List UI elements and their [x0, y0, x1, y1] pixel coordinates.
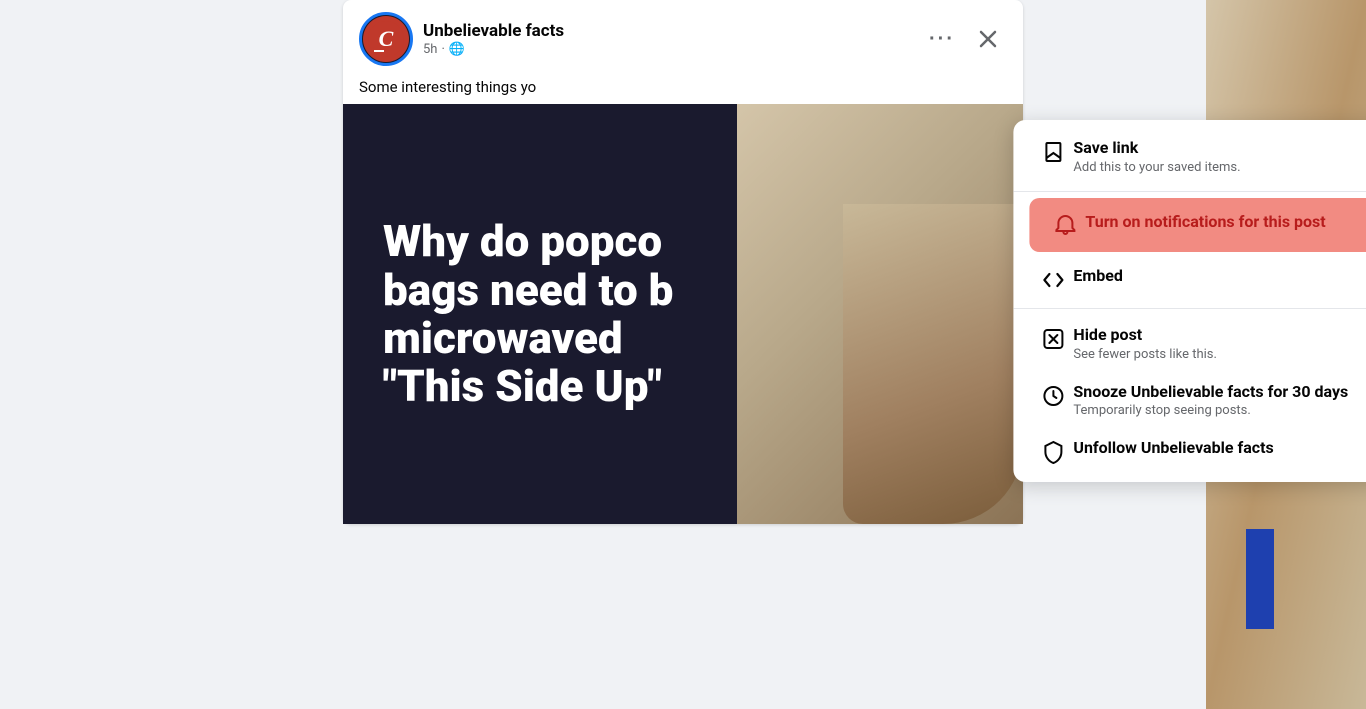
save-link-subtitle: Add this to your saved items. [1073, 160, 1240, 175]
post-text: Some interesting things yo [343, 74, 1023, 104]
bell-icon [1053, 214, 1077, 238]
menu-item-save-link[interactable]: Save link Add this to your saved items. [1013, 128, 1366, 185]
post-image-right-panel [737, 104, 1023, 524]
svg-text:C: C [379, 26, 394, 51]
snooze-text: Snooze Unbelievable facts for 30 days Te… [1073, 382, 1348, 419]
close-icon [977, 28, 999, 50]
snooze-subtitle: Temporarily stop seeing posts. [1073, 403, 1348, 418]
post-header: C Unbelievable facts 5h · 🌐 ··· [343, 0, 1023, 74]
close-button[interactable] [969, 20, 1007, 58]
bell-icon-wrap [1045, 212, 1085, 238]
embed-text: Embed [1073, 266, 1123, 287]
hide-post-title: Hide post [1073, 325, 1217, 346]
unfollow-icon [1041, 440, 1065, 464]
blue-accent-line [1246, 529, 1274, 629]
embed-title: Embed [1073, 266, 1123, 287]
shoe-image [843, 204, 1023, 524]
hide-post-icon-wrap [1033, 325, 1073, 351]
save-link-text: Save link Add this to your saved items. [1073, 138, 1240, 175]
post-image-text: Why do popco bags need to b microwaved "… [343, 187, 713, 441]
header-actions: ··· [919, 20, 1007, 59]
post-card: C Unbelievable facts 5h · 🌐 ··· [343, 0, 1023, 524]
hide-post-subtitle: See fewer posts like this. [1073, 347, 1217, 362]
unfollow-icon-wrap [1033, 438, 1073, 464]
post-meta: Unbelievable facts 5h · 🌐 [423, 21, 564, 56]
snooze-title: Snooze Unbelievable facts for 30 days [1073, 382, 1348, 403]
save-icon-wrap [1033, 138, 1073, 164]
post-time: 5h · 🌐 [423, 42, 564, 57]
embed-icon [1041, 268, 1065, 292]
post-image: Why do popco bags need to b microwaved "… [343, 104, 1023, 524]
bookmark-icon [1041, 140, 1065, 164]
more-options-button[interactable]: ··· [919, 20, 965, 59]
embed-icon-wrap [1033, 266, 1073, 292]
unfollow-title: Unfollow Unbelievable facts [1073, 438, 1273, 459]
divider-1 [1013, 191, 1366, 192]
dropdown-menu: Save link Add this to your saved items. … [1013, 120, 1366, 482]
dot-separator: · [441, 42, 444, 57]
hide-post-text: Hide post See fewer posts like this. [1073, 325, 1217, 362]
page-name: Unbelievable facts [423, 21, 564, 41]
unfollow-text: Unfollow Unbelievable facts [1073, 438, 1273, 459]
menu-item-snooze[interactable]: Snooze Unbelievable facts for 30 days Te… [1013, 372, 1366, 429]
menu-item-embed[interactable]: Embed [1013, 256, 1366, 302]
hide-post-icon [1041, 327, 1065, 351]
menu-item-hide-post[interactable]: Hide post See fewer posts like this. [1013, 315, 1366, 372]
clock-icon [1041, 384, 1065, 408]
avatar: C [359, 12, 413, 66]
globe-icon: 🌐 [449, 42, 465, 57]
save-link-title: Save link [1073, 138, 1240, 159]
notifications-text: Turn on notifications for this post [1085, 212, 1325, 233]
menu-item-unfollow[interactable]: Unfollow Unbelievable facts [1013, 428, 1366, 474]
menu-item-notifications[interactable]: Turn on notifications for this post [1029, 198, 1366, 252]
notifications-title: Turn on notifications for this post [1085, 212, 1325, 233]
divider-2 [1013, 308, 1366, 309]
page-wrapper: C Unbelievable facts 5h · 🌐 ··· [0, 0, 1366, 709]
snooze-icon-wrap [1033, 382, 1073, 408]
avatar-inner: C [363, 16, 409, 62]
